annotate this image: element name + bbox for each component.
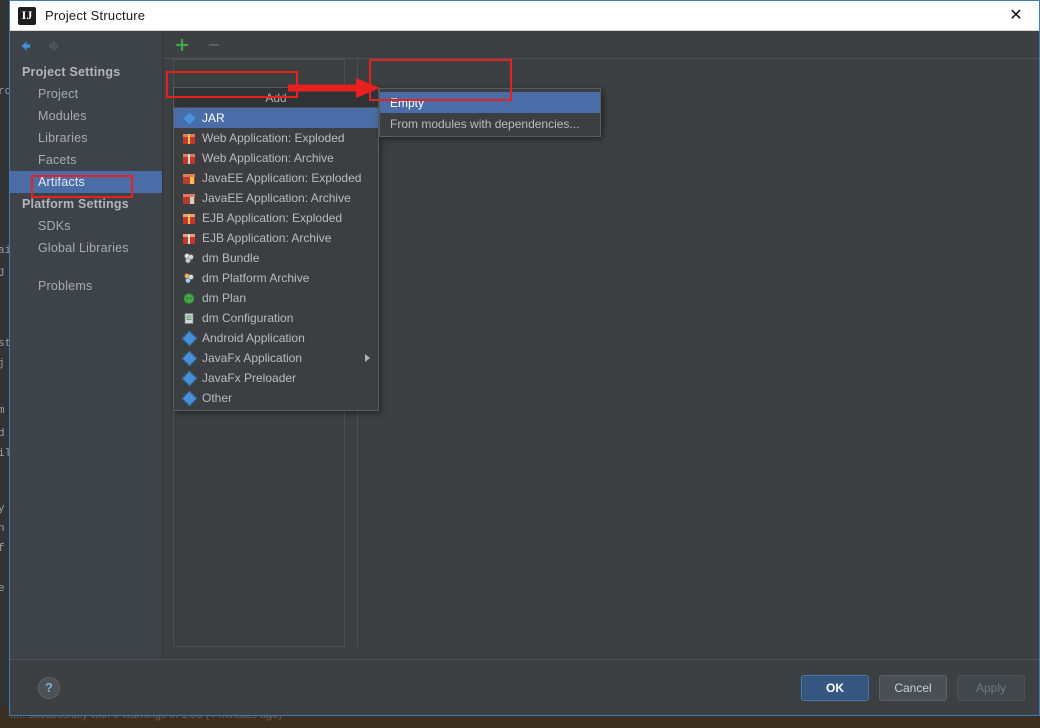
menu-item-web-application-exploded[interactable]: Web Application: Exploded: [174, 128, 378, 148]
bg-fragment: J: [0, 268, 5, 280]
menu-item-dm-configuration[interactable]: dm Configuration: [174, 308, 378, 328]
menu-item-label: dm Bundle: [202, 251, 260, 265]
other-icon: [180, 390, 198, 406]
cancel-button[interactable]: Cancel: [879, 674, 947, 701]
sidebar-section-project-settings: Project Settings: [22, 65, 121, 79]
bg-fragment: n: [0, 523, 5, 535]
menu-item-label: Other: [202, 391, 233, 405]
settings-sidebar: Project Settings Project Modules Librari…: [10, 31, 163, 659]
menu-item-javafx-application[interactable]: JavaFx Application: [174, 348, 378, 368]
apply-button: Apply: [957, 674, 1025, 701]
dm-plan-globe-icon: [180, 290, 198, 306]
intellij-idea-icon: IJ: [18, 6, 36, 25]
sidebar-item-modules[interactable]: Modules: [10, 105, 162, 127]
dm-configuration-icon: [180, 310, 198, 326]
menu-item-android-application[interactable]: Android Application: [174, 328, 378, 348]
sidebar-item-facets[interactable]: Facets: [10, 149, 162, 171]
dialog-title: Project Structure: [45, 8, 146, 23]
menu-item-dm-platform-archive[interactable]: dm Platform Archive: [174, 268, 378, 288]
submenu-item-label: From modules with dependencies...: [390, 116, 580, 131]
jar-submenu: Empty From modules with dependencies...: [379, 88, 601, 137]
add-artifact-button[interactable]: [173, 36, 191, 54]
sidebar-item-artifacts[interactable]: Artifacts: [10, 171, 162, 193]
add-artifact-menu: Add JAR Web Application: Exploded Web Ap…: [173, 87, 379, 411]
back-arrow-icon[interactable]: [16, 37, 34, 55]
close-icon[interactable]: ✕: [993, 1, 1039, 31]
javaee-exploded-icon: [180, 170, 198, 186]
dialog-body: Project Settings Project Modules Librari…: [10, 31, 1039, 659]
dialog-footer: ? OK Cancel Apply: [10, 659, 1039, 715]
chevron-right-icon: [365, 354, 370, 362]
javafx-application-icon: [180, 350, 198, 366]
menu-item-label: Web Application: Archive: [202, 151, 334, 165]
menu-item-ejb-application-exploded[interactable]: EJB Application: Exploded: [174, 208, 378, 228]
sidebar-item-global-libraries[interactable]: Global Libraries: [10, 237, 162, 259]
menu-item-label: EJB Application: Archive: [202, 231, 332, 245]
add-menu-title: Add: [174, 88, 378, 108]
menu-item-other[interactable]: Other: [174, 388, 378, 408]
submenu-item-empty[interactable]: Empty: [380, 92, 600, 113]
sidebar-item-sdks[interactable]: SDKs: [10, 215, 162, 237]
menu-item-jar[interactable]: JAR: [174, 108, 378, 128]
menu-item-ejb-application-archive[interactable]: EJB Application: Archive: [174, 228, 378, 248]
android-application-icon: [180, 330, 198, 346]
menu-item-web-application-archive[interactable]: Web Application: Archive: [174, 148, 378, 168]
sidebar-item-libraries[interactable]: Libraries: [10, 127, 162, 149]
web-app-exploded-icon: [180, 130, 198, 146]
dm-platform-archive-icon: [180, 270, 198, 286]
menu-item-label: dm Plan: [202, 291, 247, 305]
ok-button[interactable]: OK: [801, 674, 869, 701]
menu-item-javaee-application-exploded[interactable]: JavaEE Application: Exploded: [174, 168, 378, 188]
menu-item-dm-bundle[interactable]: dm Bundle: [174, 248, 378, 268]
ejb-archive-icon: [180, 230, 198, 246]
javaee-archive-icon: [180, 190, 198, 206]
jar-diamond-icon: [180, 110, 198, 126]
menu-item-javaee-application-archive[interactable]: JavaEE Application: Archive: [174, 188, 378, 208]
forward-arrow-icon: [46, 37, 64, 55]
remove-artifact-button: [205, 36, 223, 54]
menu-item-label: Android Application: [202, 331, 305, 345]
menu-item-label: JavaEE Application: Archive: [202, 191, 351, 205]
menu-item-label: Web Application: Exploded: [202, 131, 345, 145]
bg-fragment: f: [0, 543, 5, 555]
sidebar-section-platform-settings: Platform Settings: [22, 197, 129, 211]
sidebar-nav-bar: [10, 31, 162, 61]
bg-fragment: m: [0, 405, 5, 417]
bg-fragment: d: [0, 428, 5, 440]
menu-item-label: JavaEE Application: Exploded: [202, 171, 362, 185]
javafx-preloader-icon: [180, 370, 198, 386]
menu-item-label: JavaFx Preloader: [202, 371, 297, 385]
bg-fragment: y: [0, 503, 5, 515]
menu-item-label: EJB Application: Exploded: [202, 211, 343, 225]
artifacts-toolbar: [163, 31, 1039, 59]
ejb-exploded-icon: [180, 210, 198, 226]
help-icon[interactable]: ?: [38, 676, 60, 699]
menu-item-label: dm Configuration: [202, 311, 294, 325]
menu-item-label: dm Platform Archive: [202, 271, 310, 285]
menu-item-label: JAR: [202, 111, 225, 125]
dm-bundle-icon: [180, 250, 198, 266]
menu-item-label: JavaFx Application: [202, 351, 303, 365]
project-structure-dialog: IJ Project Structure ✕ Project Settings: [9, 0, 1040, 716]
sidebar-item-problems[interactable]: Problems: [10, 275, 162, 297]
web-app-archive-icon: [180, 150, 198, 166]
bg-fragment: j: [0, 358, 5, 370]
menu-item-javafx-preloader[interactable]: JavaFx Preloader: [174, 368, 378, 388]
bg-fragment: e: [0, 583, 5, 595]
dialog-titlebar: IJ Project Structure ✕: [10, 1, 1039, 31]
menu-item-dm-plan[interactable]: dm Plan: [174, 288, 378, 308]
submenu-item-label: Empty: [390, 95, 425, 110]
submenu-item-from-modules-with-dependencies[interactable]: From modules with dependencies...: [380, 113, 600, 134]
artifact-detail-panel: [357, 59, 1029, 647]
sidebar-item-project[interactable]: Project: [10, 83, 162, 105]
